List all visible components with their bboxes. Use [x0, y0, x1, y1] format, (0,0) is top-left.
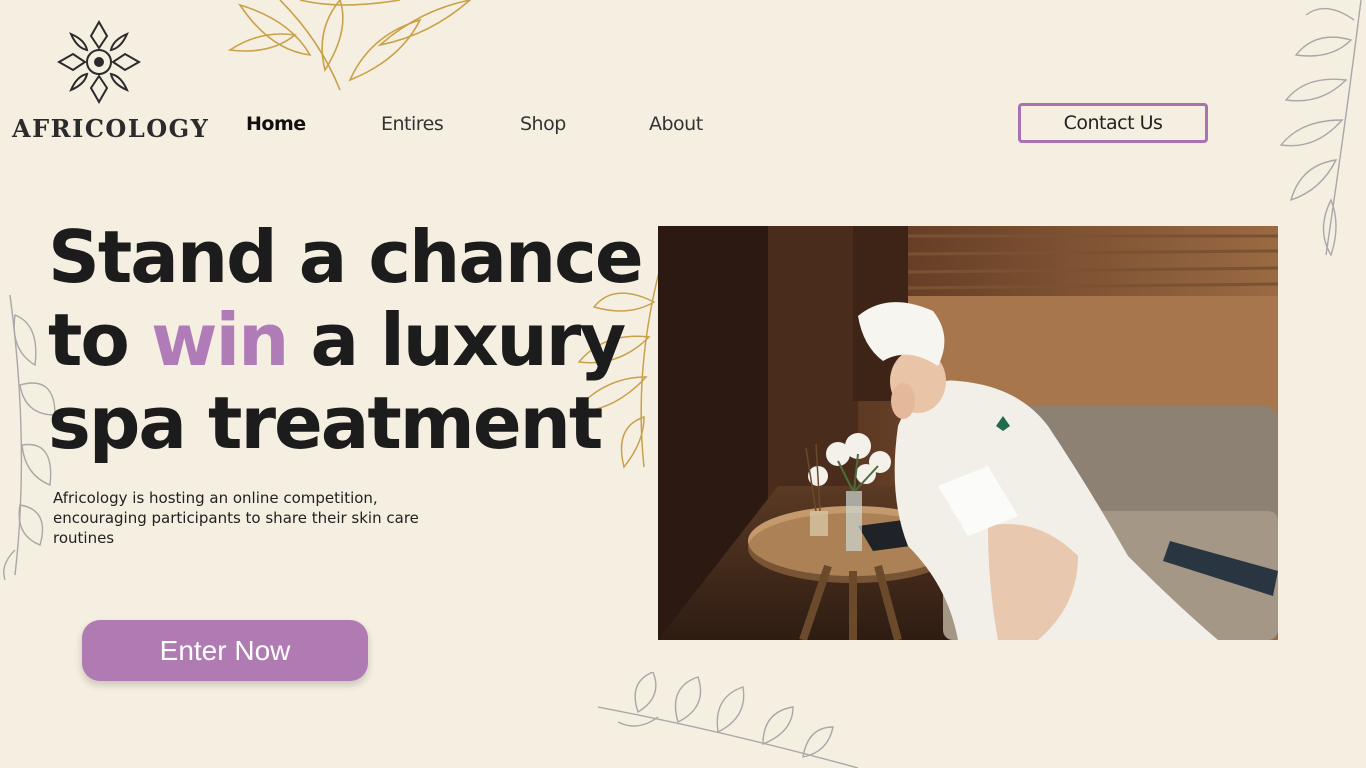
brand-name[interactable]: AFRICOLOGY — [12, 114, 209, 143]
headline-line-3: spa treatment — [48, 381, 603, 465]
contact-us-button[interactable]: Contact Us — [1018, 103, 1208, 143]
ornamental-mandala-logo-icon[interactable] — [55, 18, 143, 106]
spa-woman-photo — [658, 226, 1278, 640]
hero-headline: Stand a chance to win a luxury spa treat… — [48, 216, 648, 465]
enter-now-button[interactable]: Enter Now — [82, 620, 368, 681]
nav-item-shop[interactable]: Shop — [520, 113, 566, 135]
grey-leaf-bottom-decoration — [598, 672, 868, 768]
hero-description: Africology is hosting an online competit… — [53, 489, 419, 547]
headline-line-2: to win a luxury — [48, 299, 648, 382]
headline-line-2-start: to — [48, 298, 151, 382]
gold-leaf-top-decoration — [200, 0, 480, 95]
headline-line-2-end: a luxury — [287, 298, 626, 382]
nav-item-entires[interactable]: Entires — [381, 113, 444, 135]
nav-item-home[interactable]: Home — [246, 113, 306, 135]
nav-item-about[interactable]: About — [649, 113, 703, 135]
headline-accent-word: win — [150, 298, 289, 382]
grey-leaf-right-decoration — [1276, 0, 1366, 260]
headline-line-1: Stand a chance — [48, 215, 644, 299]
